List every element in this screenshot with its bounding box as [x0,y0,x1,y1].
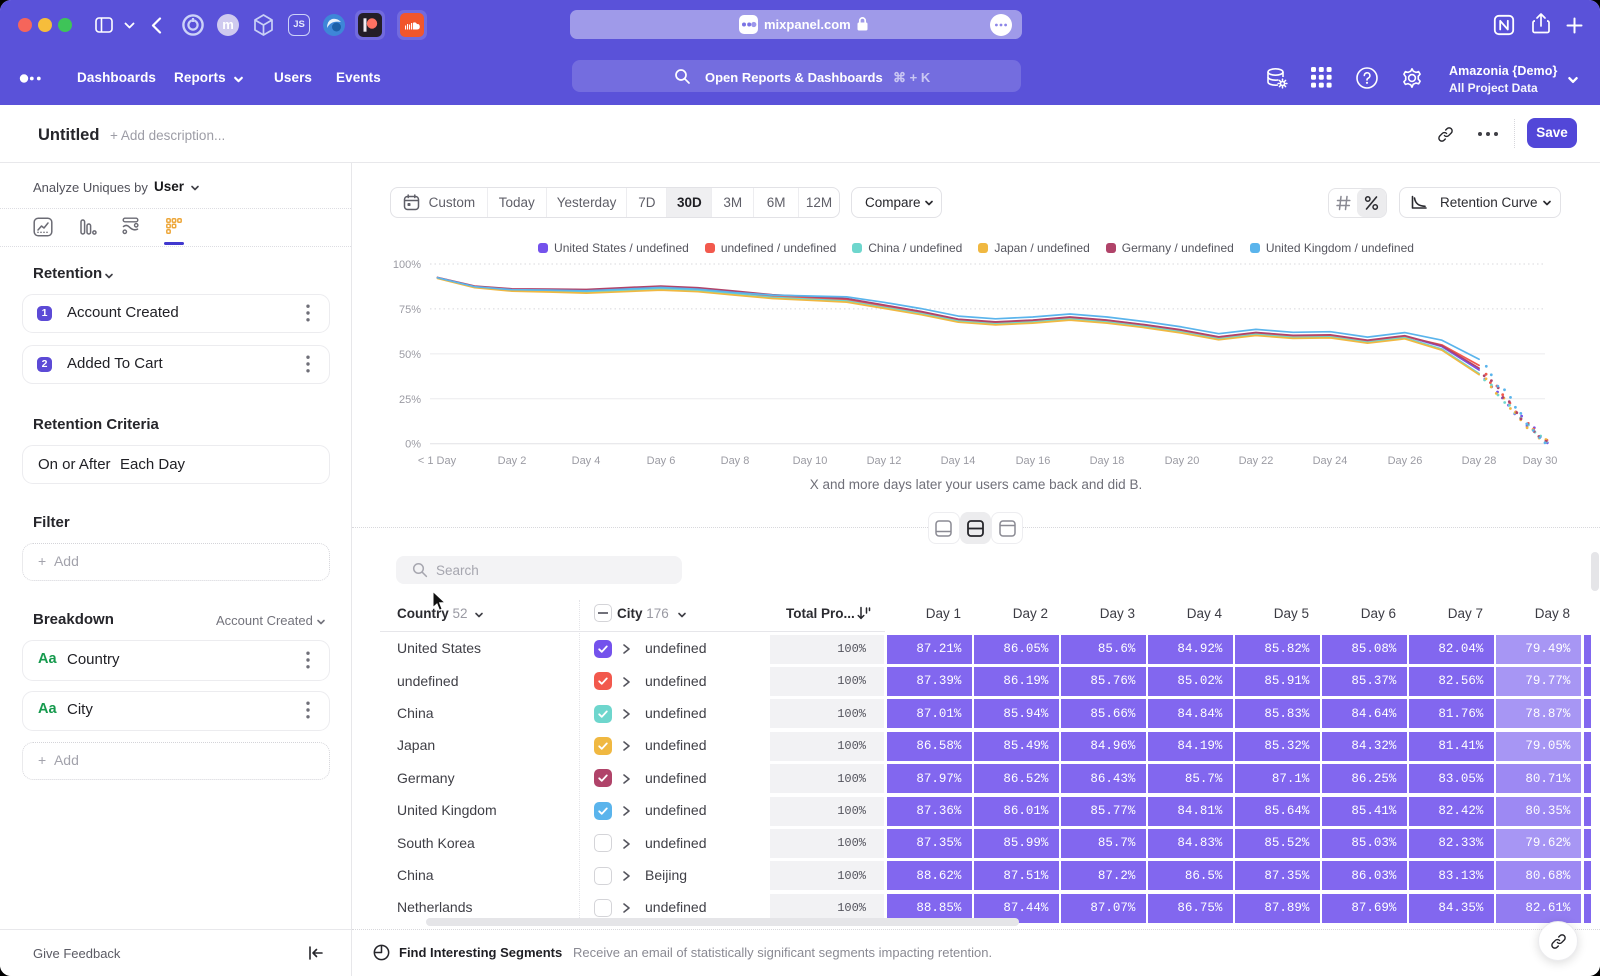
svg-text:Day 10: Day 10 [793,455,828,467]
svg-text:Day 2: Day 2 [498,455,527,467]
svg-text:50%: 50% [399,349,421,361]
svg-text:Day 28: Day 28 [1462,455,1497,467]
svg-text:75%: 75% [399,304,421,316]
svg-text:Day 12: Day 12 [867,455,902,467]
svg-text:100%: 100% [393,259,421,271]
svg-text:Day 16: Day 16 [1016,455,1051,467]
svg-text:< 1 Day: < 1 Day [418,455,457,467]
svg-text:Day 8: Day 8 [721,455,750,467]
svg-text:Day 20: Day 20 [1165,455,1200,467]
svg-text:0%: 0% [405,439,421,451]
svg-text:Day 4: Day 4 [572,455,601,467]
svg-text:Day 18: Day 18 [1090,455,1125,467]
svg-text:Day 14: Day 14 [941,455,976,467]
svg-text:Day 30: Day 30 [1523,455,1558,467]
svg-text:25%: 25% [399,394,421,406]
svg-text:Day 6: Day 6 [647,455,676,467]
svg-text:Day 26: Day 26 [1388,455,1423,467]
svg-text:Day 24: Day 24 [1313,455,1348,467]
svg-text:Day 22: Day 22 [1239,455,1274,467]
